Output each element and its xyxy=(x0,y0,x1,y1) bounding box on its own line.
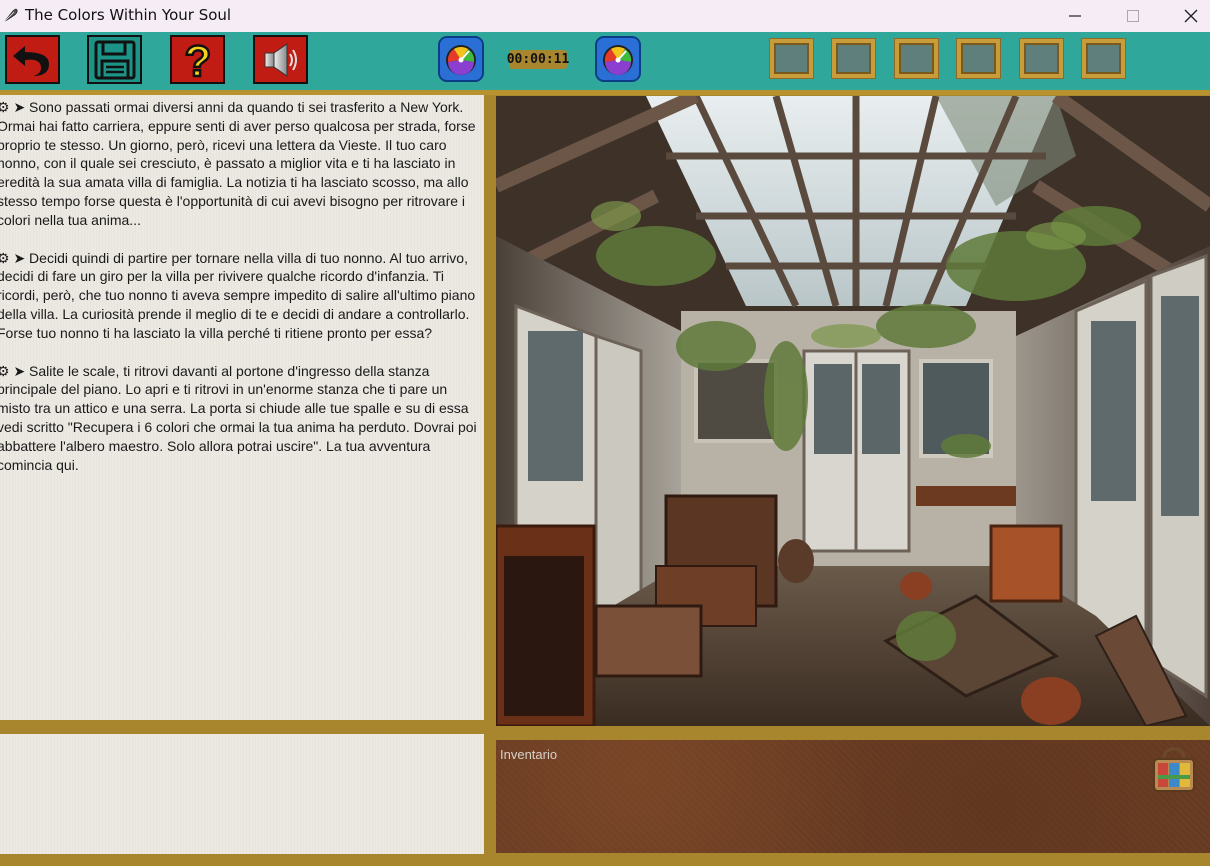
color-slot xyxy=(1020,39,1063,78)
question-mark-icon: ? xyxy=(183,38,212,82)
minimize-icon xyxy=(1069,15,1081,17)
color-slot xyxy=(1082,39,1125,78)
help-button[interactable]: ? xyxy=(170,35,225,84)
color-slot xyxy=(770,39,813,78)
back-button[interactable] xyxy=(5,35,60,84)
story-panel: ⚙ ➤ Sono passati ormai diversi anni da q… xyxy=(0,95,484,720)
sound-button[interactable] xyxy=(253,35,308,84)
color-gauge-icon xyxy=(595,36,641,82)
message-panel xyxy=(0,734,484,854)
save-button[interactable] xyxy=(87,35,142,84)
close-icon xyxy=(1184,9,1198,23)
attic-greenhouse-scene xyxy=(496,96,1210,726)
story-paragraph: ⚙ ➤ Sono passati ormai diversi anni da q… xyxy=(0,99,476,228)
color-gauge-icon xyxy=(438,36,484,82)
speaker-icon xyxy=(264,42,297,77)
story-text: ⚙ ➤ Sono passati ormai diversi anni da q… xyxy=(0,98,481,493)
maximize-button[interactable] xyxy=(1104,0,1162,32)
story-paragraph: ⚙ ➤ Salite le scale, ti ritrovi davanti … xyxy=(0,362,477,473)
elapsed-timer: 00:00:11 xyxy=(506,50,570,69)
color-slot xyxy=(832,39,875,78)
floppy-disk-icon xyxy=(94,40,135,79)
window-title: The Colors Within Your Soul xyxy=(25,6,232,24)
bag-icon[interactable] xyxy=(1150,745,1198,793)
window-title-bar: The Colors Within Your Soul xyxy=(0,0,1210,32)
story-paragraph: ⚙ ➤ Decidi quindi di partire per tornare… xyxy=(0,249,476,341)
inventory-panel: Inventario xyxy=(496,740,1210,853)
frame-divider xyxy=(0,854,1210,866)
scene-view[interactable] xyxy=(496,96,1210,726)
svg-text:?: ? xyxy=(184,38,211,82)
maximize-icon xyxy=(1127,10,1139,22)
color-slot xyxy=(957,39,1000,78)
inventory-label: Inventario xyxy=(500,747,558,762)
color-slot xyxy=(895,39,938,78)
close-button[interactable] xyxy=(1162,0,1210,32)
undo-arrow-icon xyxy=(12,45,49,76)
minimize-button[interactable] xyxy=(1046,0,1104,32)
game-toolbar: ? 00:00:11 xyxy=(0,32,1210,90)
feather-app-icon xyxy=(4,8,18,22)
